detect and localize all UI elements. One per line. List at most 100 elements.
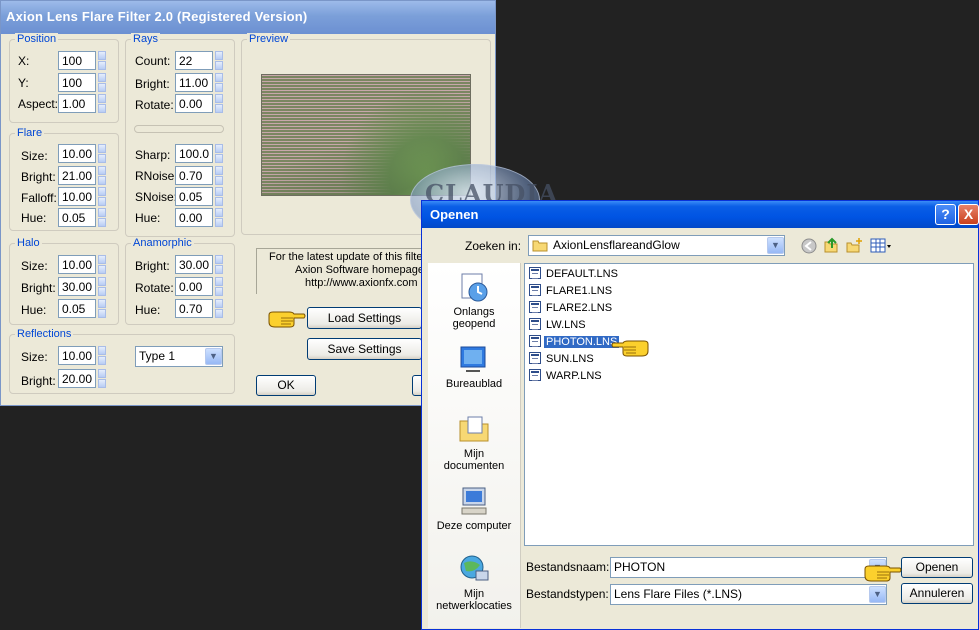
info-homepage-link[interactable]: http://www.axionfx.com bbox=[305, 277, 418, 289]
axion-title-bar[interactable]: Axion Lens Flare Filter 2.0 (Registered … bbox=[1, 1, 495, 34]
rays-hue-input[interactable]: 0.00 bbox=[175, 208, 213, 227]
anamorphic-bright-label: Bright: bbox=[135, 259, 170, 273]
rays-rotate-spinner[interactable] bbox=[215, 94, 223, 113]
rays-sharp-input[interactable]: 100.0 bbox=[175, 144, 213, 163]
anamorphic-hue-spinner[interactable] bbox=[215, 299, 223, 318]
halo-size-spinner[interactable] bbox=[98, 255, 106, 274]
rays-bright-spinner[interactable] bbox=[215, 73, 223, 92]
flare-falloff-spinner[interactable] bbox=[98, 187, 106, 206]
flare-bright-spinner[interactable] bbox=[98, 166, 106, 185]
flare-hue-spinner[interactable] bbox=[98, 208, 106, 227]
places-my-documents-label-1: Mijn bbox=[463, 448, 485, 460]
flare-hue-input[interactable]: 0.05 bbox=[58, 208, 96, 227]
preview-group-title: Preview bbox=[247, 33, 291, 45]
close-icon[interactable]: X bbox=[958, 204, 979, 225]
recent-documents-icon bbox=[461, 273, 488, 302]
halo-hue-input[interactable]: 0.05 bbox=[58, 299, 96, 318]
open-dialog-title-bar[interactable]: Openen ? X bbox=[422, 201, 979, 228]
file-name: WARP.LNS bbox=[546, 370, 602, 382]
my-computer-icon bbox=[461, 487, 487, 515]
places-my-documents[interactable]: Mijn documenten bbox=[428, 413, 520, 472]
file-list[interactable]: DEFAULT.LNS FLARE1.LNS FLARE2.LNS LW.LNS… bbox=[524, 263, 974, 546]
reflections-size-spinner[interactable] bbox=[98, 346, 106, 365]
reflections-type-dropdown-icon[interactable]: ▼ bbox=[205, 348, 222, 365]
places-network[interactable]: Mijn netwerklocaties bbox=[428, 553, 520, 612]
position-aspect-spinner[interactable] bbox=[98, 94, 106, 113]
reflections-size-label: Size: bbox=[21, 350, 48, 364]
flare-size-spinner[interactable] bbox=[98, 144, 106, 163]
halo-bright-spinner[interactable] bbox=[98, 277, 106, 296]
look-in-select[interactable]: AxionLensflareandGlow bbox=[528, 235, 785, 256]
file-item[interactable]: SUN.LNS bbox=[529, 352, 620, 369]
filename-input[interactable]: PHOTON bbox=[610, 557, 887, 578]
reflections-bright-input[interactable]: 20.00 bbox=[58, 369, 96, 388]
pointing-hand-icon bbox=[864, 565, 902, 582]
rays-bright-input[interactable]: 11.00 bbox=[175, 73, 213, 92]
rays-sharp-spinner[interactable] bbox=[215, 144, 223, 163]
file-name: FLARE2.LNS bbox=[546, 302, 613, 314]
reflections-bright-spinner[interactable] bbox=[98, 369, 106, 388]
position-y-spinner[interactable] bbox=[98, 73, 106, 92]
rays-bright-label: Bright: bbox=[135, 77, 170, 91]
rays-snoise-spinner[interactable] bbox=[215, 187, 223, 206]
flare-bright-input[interactable]: 21.00 bbox=[58, 166, 96, 185]
file-item[interactable]: FLARE2.LNS bbox=[529, 301, 620, 318]
flare-size-input[interactable]: 10.00 bbox=[58, 144, 96, 163]
places-desktop-label: Bureaublad bbox=[445, 378, 503, 390]
rays-rotate-input[interactable]: 0.00 bbox=[175, 94, 213, 113]
file-name: PHOTON.LNS bbox=[544, 336, 620, 348]
view-menu-icon[interactable] bbox=[870, 238, 892, 253]
anamorphic-bright-spinner[interactable] bbox=[215, 255, 223, 274]
position-y-input[interactable]: 100 bbox=[58, 73, 96, 92]
places-my-computer[interactable]: Deze computer bbox=[428, 485, 520, 532]
look-in-label: Zoeken in: bbox=[465, 239, 522, 253]
anamorphic-hue-input[interactable]: 0.70 bbox=[175, 299, 213, 318]
file-item[interactable]: WARP.LNS bbox=[529, 369, 620, 386]
rays-hue-spinner[interactable] bbox=[215, 208, 223, 227]
info-line-2: Axion Software homepage bbox=[295, 264, 425, 276]
filetype-dropdown-icon[interactable]: ▼ bbox=[869, 586, 886, 603]
anamorphic-bright-input[interactable]: 30.00 bbox=[175, 255, 213, 274]
load-settings-button[interactable]: Load Settings bbox=[307, 307, 422, 329]
rays-rnoise-spinner[interactable] bbox=[215, 166, 223, 185]
halo-size-label: Size: bbox=[21, 259, 48, 273]
ok-button[interactable]: OK bbox=[256, 375, 316, 396]
lns-file-icon bbox=[529, 352, 541, 364]
rays-count-spinner[interactable] bbox=[215, 51, 223, 70]
rays-count-input[interactable]: 22 bbox=[175, 51, 213, 70]
look-in-dropdown-icon[interactable]: ▼ bbox=[767, 237, 784, 254]
open-dialog-title: Openen bbox=[430, 207, 479, 222]
save-settings-button[interactable]: Save Settings bbox=[307, 338, 422, 360]
halo-group-title: Halo bbox=[15, 237, 42, 249]
halo-size-input[interactable]: 10.00 bbox=[58, 255, 96, 274]
up-folder-icon[interactable] bbox=[823, 237, 839, 254]
halo-bright-input[interactable]: 30.00 bbox=[58, 277, 96, 296]
reflections-size-input[interactable]: 10.00 bbox=[58, 346, 96, 365]
anamorphic-rotate-input[interactable]: 0.00 bbox=[175, 277, 213, 296]
file-item[interactable]: FLARE1.LNS bbox=[529, 284, 620, 301]
places-recent[interactable]: Onlangs geopend bbox=[428, 271, 520, 330]
rays-count-label: Count: bbox=[135, 54, 171, 68]
lns-file-icon bbox=[529, 284, 541, 296]
position-x-spinner[interactable] bbox=[98, 51, 106, 70]
anamorphic-rotate-spinner[interactable] bbox=[215, 277, 223, 296]
rays-snoise-input[interactable]: 0.05 bbox=[175, 187, 213, 206]
position-aspect-input[interactable]: 1.00 bbox=[58, 94, 96, 113]
halo-hue-spinner[interactable] bbox=[98, 299, 106, 318]
rays-slider-track[interactable] bbox=[134, 125, 224, 133]
back-icon[interactable] bbox=[801, 238, 817, 254]
places-desktop[interactable]: Bureaublad bbox=[428, 343, 520, 390]
new-folder-icon[interactable] bbox=[846, 237, 863, 254]
cancel-button[interactable]: Annuleren bbox=[901, 583, 973, 604]
file-item[interactable]: DEFAULT.LNS bbox=[529, 267, 620, 284]
file-item[interactable]: LW.LNS bbox=[529, 318, 620, 335]
rays-rnoise-input[interactable]: 0.70 bbox=[175, 166, 213, 185]
lns-file-icon bbox=[529, 267, 541, 279]
filetype-select[interactable]: Lens Flare Files (*.LNS) bbox=[610, 584, 887, 605]
help-icon[interactable]: ? bbox=[935, 204, 956, 225]
position-x-input[interactable]: 100 bbox=[58, 51, 96, 70]
open-button[interactable]: Openen bbox=[901, 557, 973, 578]
file-item-selected[interactable]: PHOTON.LNS bbox=[529, 335, 620, 352]
flare-size-label: Size: bbox=[21, 149, 48, 163]
flare-falloff-input[interactable]: 10.00 bbox=[58, 187, 96, 206]
